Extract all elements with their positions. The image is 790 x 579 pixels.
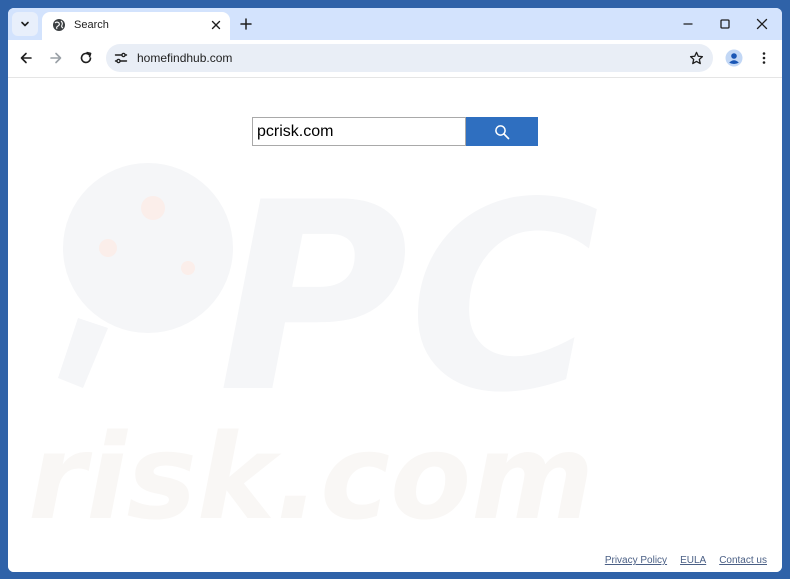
browser-toolbar: homefindhub.com xyxy=(8,40,782,76)
pcrisk-watermark: PC risk.com xyxy=(28,148,599,546)
watermark-letters: PC xyxy=(218,148,599,450)
minimize-icon xyxy=(683,23,693,25)
search-button[interactable] xyxy=(466,117,538,146)
privacy-policy-link[interactable]: Privacy Policy xyxy=(605,555,667,566)
footer-links: Privacy Policy EULA Contact us xyxy=(605,555,767,566)
search-input[interactable] xyxy=(252,117,466,146)
profile-icon xyxy=(725,49,743,67)
watermark-text: risk.com xyxy=(28,408,594,546)
more-vert-icon xyxy=(762,52,766,64)
menu-button[interactable] xyxy=(752,46,776,70)
browser-window: Search homefindhub.com PC risk.com pcris… xyxy=(8,8,782,572)
address-bar[interactable]: homefindhub.com xyxy=(106,44,713,72)
contact-us-link[interactable]: Contact us xyxy=(719,555,767,566)
tab-title: Search xyxy=(74,19,109,31)
url-text[interactable]: homefindhub.com xyxy=(137,51,232,65)
bookmark-button[interactable] xyxy=(687,49,705,67)
profile-button[interactable] xyxy=(722,46,746,70)
maximize-icon xyxy=(720,19,730,29)
tab-close-button[interactable] xyxy=(208,17,224,33)
minimize-button[interactable] xyxy=(678,14,698,34)
title-bar: Search xyxy=(8,8,782,40)
forward-button[interactable] xyxy=(44,46,68,70)
active-tab[interactable]: Search xyxy=(42,12,230,40)
maximize-button[interactable] xyxy=(715,14,735,34)
search-icon xyxy=(495,124,510,139)
arrow-left-icon xyxy=(20,52,32,64)
arrow-right-icon xyxy=(50,52,62,64)
reload-button[interactable] xyxy=(74,46,98,70)
chevron-down-icon xyxy=(21,21,29,27)
reload-icon xyxy=(80,51,92,64)
plus-icon xyxy=(240,18,252,30)
back-button[interactable] xyxy=(14,46,38,70)
tab-search-button[interactable] xyxy=(12,12,38,36)
close-icon xyxy=(756,18,768,30)
page-content: PC risk.com Privacy Policy EULA Contact … xyxy=(8,77,782,572)
tune-icon xyxy=(114,52,128,64)
star-icon xyxy=(689,51,703,64)
close-window-button[interactable] xyxy=(752,14,772,34)
close-icon xyxy=(211,20,221,30)
eula-link[interactable]: EULA xyxy=(680,555,706,566)
new-tab-button[interactable] xyxy=(236,14,256,34)
globe-icon xyxy=(53,19,65,31)
site-info-button[interactable] xyxy=(112,49,130,67)
